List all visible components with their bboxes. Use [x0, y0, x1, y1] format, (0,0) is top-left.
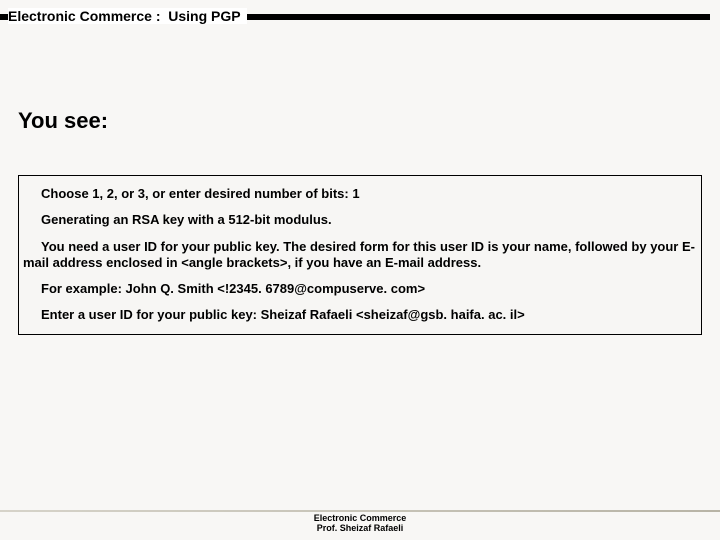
content-line-3: You need a user ID for your public key. …: [23, 239, 697, 272]
content-line-2: Generating an RSA key with a 512-bit mod…: [23, 212, 697, 228]
content-box: Choose 1, 2, or 3, or enter desired numb…: [18, 175, 702, 335]
content-line-5: Enter a user ID for your public key: She…: [23, 307, 697, 323]
slide-footer: Electronic Commerce Prof. Sheizaf Rafael…: [0, 510, 720, 534]
section-title: You see:: [18, 108, 108, 134]
content-line-1: Choose 1, 2, or 3, or enter desired numb…: [23, 186, 697, 202]
content-line-4: For example: John Q. Smith <!2345. 6789@…: [23, 281, 697, 297]
header-title: Electronic Commerce : Using PGP: [8, 8, 247, 24]
slide: Electronic Commerce : Using PGP You see:…: [0, 0, 720, 540]
footer-line-2: Prof. Sheizaf Rafaeli: [0, 524, 720, 534]
footer-rule: [0, 510, 720, 512]
slide-header: Electronic Commerce : Using PGP: [0, 8, 720, 30]
